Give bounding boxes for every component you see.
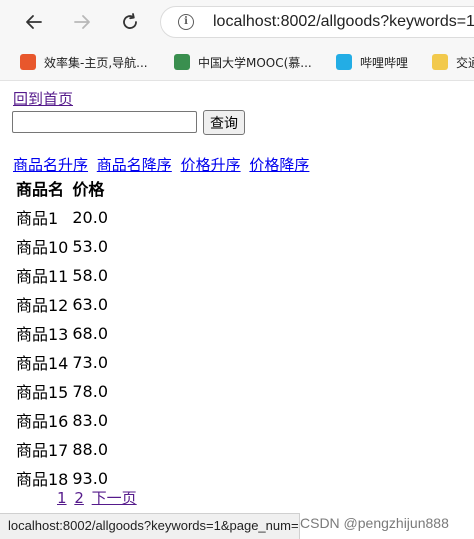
goods-price-cell: 63.0 — [72, 294, 108, 314]
bookmark-label: 哔哩哔哩 — [360, 55, 409, 70]
goods-name-cell: 商品13 — [16, 325, 69, 344]
watermark: CSDN @pengzhijun888 — [300, 515, 449, 531]
forward-button[interactable] — [68, 8, 96, 36]
table-row: 商品10 53.0 — [14, 232, 110, 261]
efficiency-icon — [20, 54, 36, 70]
back-button[interactable] — [20, 8, 48, 36]
mooc-icon — [174, 54, 190, 70]
goods-price-cell: 20.0 — [72, 207, 108, 227]
goods-name-cell: 商品16 — [16, 412, 69, 431]
goods-price-cell: 58.0 — [72, 265, 108, 285]
sort-price-asc-link[interactable]: 价格升序 — [181, 156, 241, 174]
sort-name-asc-link[interactable]: 商品名升序 — [13, 156, 88, 174]
table-row: 商品11 58.0 — [14, 261, 110, 290]
sort-price-desc-link[interactable]: 价格降序 — [249, 156, 309, 174]
page-link-2[interactable]: 2 — [74, 489, 84, 507]
table-row: 商品17 88.0 — [14, 435, 110, 464]
column-header-price: 价格 — [72, 180, 105, 199]
goods-name-cell: 商品12 — [16, 296, 69, 315]
back-arrow-icon — [26, 15, 42, 29]
status-bar-url: localhost:8002/allgoods?keywords=1&page_… — [0, 513, 300, 539]
table-row: 商品15 78.0 — [14, 377, 110, 406]
table-row: 商品16 83.0 — [14, 406, 110, 435]
page-content: 回到首页 查询 商品名升序 商品名降序 价格升序 价格降序 商品名 价格 商品1… — [0, 81, 474, 513]
table-row: 商品1 20.0 — [14, 203, 110, 232]
sort-name-desc-link[interactable]: 商品名降序 — [97, 156, 172, 174]
table-row: 商品14 73.0 — [14, 348, 110, 377]
search-button[interactable]: 查询 — [203, 110, 245, 135]
pagination: 1 2 下一页 — [57, 487, 140, 508]
goods-price-cell: 78.0 — [72, 381, 108, 401]
table-row: 商品12 63.0 — [14, 290, 110, 319]
goods-name-cell: 商品17 — [16, 441, 69, 460]
bookmarks-bar: 效率集-主页,导航... 中国大学MOOC(慕... 哔哩哔哩 交通 — [0, 44, 474, 80]
bookmark-folder[interactable]: 交通 — [432, 52, 474, 72]
bookmark-label: 中国大学MOOC(慕... — [198, 55, 312, 70]
column-header-name: 商品名 — [16, 180, 65, 199]
goods-price-cell: 88.0 — [72, 439, 108, 459]
table-header-row: 商品名 价格 — [14, 174, 110, 203]
search-input[interactable] — [12, 111, 197, 133]
reload-icon — [123, 13, 137, 29]
info-icon[interactable]: i — [178, 14, 194, 30]
goods-price-cell: 83.0 — [72, 410, 108, 430]
bookmark-efficiency[interactable]: 效率集-主页,导航... — [20, 52, 148, 72]
bookmark-label: 效率集-主页,导航... — [44, 55, 148, 70]
bookmark-mooc[interactable]: 中国大学MOOC(慕... — [174, 52, 312, 72]
bilibili-icon — [336, 54, 352, 70]
page-link-1[interactable]: 1 — [57, 489, 67, 507]
address-bar[interactable]: i localhost:8002/allgoods?keywords=1 — [160, 6, 474, 38]
sort-links: 商品名升序 商品名降序 价格升序 价格降序 — [13, 154, 313, 175]
navigation-row: i localhost:8002/allgoods?keywords=1 — [0, 0, 474, 44]
goods-name-cell: 商品15 — [16, 383, 69, 402]
browser-toolbar: i localhost:8002/allgoods?keywords=1 效率集… — [0, 0, 474, 81]
home-link[interactable]: 回到首页 — [13, 88, 73, 109]
table-row: 商品13 68.0 — [14, 319, 110, 348]
goods-price-cell: 73.0 — [72, 352, 108, 372]
goods-table: 商品名 价格 商品1 20.0 商品10 53.0 商品11 58.0 商品12… — [14, 174, 110, 493]
goods-name-cell: 商品1 — [16, 209, 59, 228]
folder-icon — [432, 54, 448, 70]
bookmark-bilibili[interactable]: 哔哩哔哩 — [336, 52, 408, 72]
reload-button[interactable] — [116, 8, 144, 36]
goods-name-cell: 商品11 — [16, 267, 69, 286]
goods-name-cell: 商品14 — [16, 354, 69, 373]
goods-price-cell: 53.0 — [72, 236, 108, 256]
forward-arrow-icon — [74, 15, 90, 29]
url-text: localhost:8002/allgoods?keywords=1 — [213, 13, 474, 30]
goods-name-cell: 商品10 — [16, 238, 69, 257]
next-page-link[interactable]: 下一页 — [92, 489, 137, 507]
bookmark-label: 交通 — [456, 55, 474, 70]
goods-price-cell: 68.0 — [72, 323, 108, 343]
